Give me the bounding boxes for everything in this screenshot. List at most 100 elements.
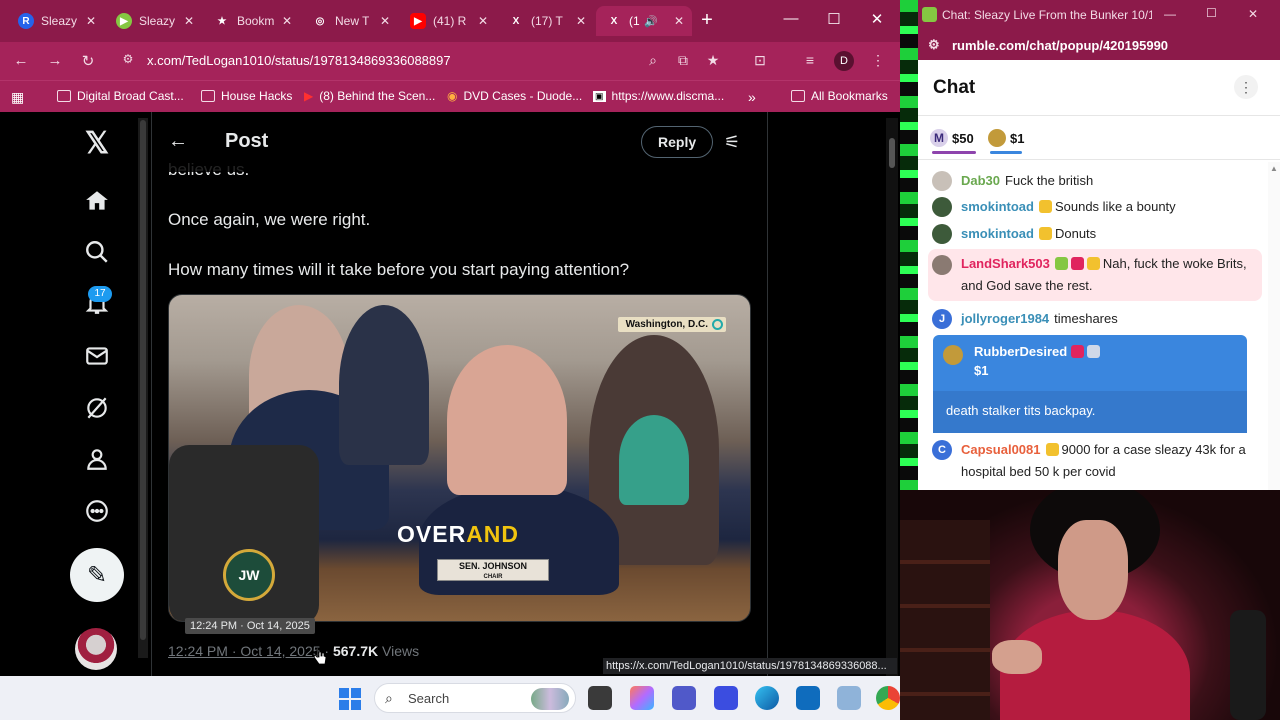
chat-username[interactable]: Capsual0081 (961, 442, 1041, 457)
compose-post-icon[interactable]: ✎ (70, 548, 124, 602)
tab-7-active[interactable]: X (1 🔊 ✕ (596, 6, 692, 36)
bookmark-star-icon[interactable]: ★ (704, 52, 722, 69)
bookmark-discma[interactable]: ▣ https://www.discma... (593, 89, 724, 103)
reply-button[interactable]: Reply (641, 126, 714, 158)
chat-username[interactable]: smokintoad (961, 199, 1034, 214)
tip-username[interactable]: RubberDesired (974, 344, 1103, 359)
chat-options-kebab-icon[interactable]: ⋮ (1234, 75, 1258, 99)
user-avatar (932, 197, 952, 217)
new-tab-button[interactable]: + (697, 10, 717, 30)
taskbar-search[interactable]: ⌕ Search (374, 683, 576, 713)
forward-icon[interactable]: → (45, 52, 65, 69)
maximize-icon[interactable]: ☐ (824, 10, 844, 28)
jw-logo: JW (223, 549, 275, 601)
folder-icon (791, 90, 805, 102)
app-icon[interactable] (837, 686, 861, 710)
menu-kebab-icon[interactable]: ⋮ (869, 52, 887, 69)
profile-avatar[interactable]: D (834, 51, 854, 71)
close-icon[interactable]: ✕ (86, 14, 96, 28)
sidebar-scrollbar[interactable] (138, 118, 148, 658)
edge-icon[interactable] (755, 686, 779, 710)
close-icon[interactable]: ✕ (282, 14, 292, 28)
app-icon[interactable] (714, 686, 738, 710)
tab-5[interactable]: ▶ (41) R ✕ (400, 6, 496, 36)
chat-message-list: Dab30 Fuck the british smokintoad Sounds l… (918, 162, 1268, 490)
reload-icon[interactable]: ↻ (78, 52, 98, 70)
rant-pill-1[interactable]: $1 (988, 128, 1024, 154)
chat-text: Fuck the british (1005, 173, 1094, 188)
senator-head (447, 345, 567, 495)
bookmark-dvd-cases[interactable]: ◉ DVD Cases - Duode... (447, 89, 582, 103)
back-arrow-icon[interactable]: ← (168, 130, 188, 153)
copilot-icon[interactable] (630, 686, 654, 710)
chat-message: smokintoad Donuts (932, 223, 1262, 245)
search-placeholder: Search (408, 691, 450, 706)
store-icon[interactable] (796, 686, 820, 710)
apps-grid-icon[interactable]: ▦ (11, 89, 24, 106)
caption-white: OVER (397, 521, 467, 547)
speaker-icon[interactable]: 🔊 (644, 15, 658, 28)
chat-username[interactable]: LandShark503 (961, 256, 1050, 271)
video-player[interactable]: Washington, D.C. OVERAND SEN. JOHNSON CHA… (168, 294, 751, 622)
chat-username[interactable]: jollyroger1984 (961, 311, 1049, 326)
install-icon[interactable]: ⧉ (674, 52, 692, 69)
minimize-icon[interactable]: — (1164, 7, 1176, 21)
x-post-column: believe us. Once again, we were right. H… (151, 112, 768, 676)
extensions-icon[interactable]: ⊡ (751, 52, 769, 69)
all-bookmarks[interactable]: All Bookmarks (791, 89, 888, 103)
more-icon[interactable] (80, 494, 114, 528)
chat-username[interactable]: Dab30 (961, 173, 1000, 188)
supporter-badge-icon (1038, 227, 1052, 240)
close-icon[interactable]: ✕ (478, 14, 488, 28)
site-info-icon[interactable]: ⚙ (118, 52, 138, 66)
media-controls-icon[interactable]: ≡ (801, 52, 819, 68)
chat-scrollbar[interactable]: ▲ (1268, 162, 1280, 490)
grok-icon[interactable] (80, 391, 114, 425)
close-icon[interactable]: ✕ (674, 14, 684, 28)
search-icon[interactable] (80, 235, 114, 269)
minimize-icon[interactable]: — (781, 10, 801, 27)
chrome-icon[interactable] (876, 686, 900, 710)
settings-sliders-icon[interactable]: ⚟ (724, 132, 740, 153)
home-icon[interactable] (80, 184, 114, 218)
site-info-icon[interactable]: ⚙ (928, 37, 940, 53)
close-icon[interactable]: ✕ (576, 14, 586, 28)
tab-3[interactable]: ★ Bookm ✕ (204, 6, 300, 36)
tab-1[interactable]: R Sleazy ✕ (8, 6, 104, 36)
bookmark-behind-the-scenes[interactable]: ▶ (8) Behind the Scen... (304, 89, 435, 103)
task-view-icon[interactable] (588, 686, 612, 710)
close-window-icon[interactable]: ✕ (867, 10, 887, 28)
chat-username[interactable]: smokintoad (961, 226, 1034, 241)
more-bookmarks-icon[interactable]: » (748, 89, 756, 105)
page-scrollbar[interactable] (886, 118, 898, 676)
tab-label: Sleazy (41, 14, 78, 28)
chat-address-bar: ⚙ rumble.com/chat/popup/420195990 (918, 30, 1280, 60)
bookmark-digital-broadcast[interactable]: Digital Broad Cast... (57, 89, 184, 103)
windows-start-icon[interactable] (339, 688, 361, 710)
url-field[interactable]: x.com/TedLogan1010/status/19781348693360… (147, 53, 451, 68)
supporter-badge-icon (1045, 443, 1059, 456)
tab-2[interactable]: ▶ Sleazy ✕ (106, 6, 202, 36)
tab-4[interactable]: ◎ New T ✕ (302, 6, 398, 36)
messages-icon[interactable] (80, 339, 114, 373)
x-home-logo-icon[interactable]: 𝕏 (80, 126, 114, 160)
account-avatar[interactable] (75, 628, 117, 670)
rant-pill-50[interactable]: M $50 (930, 128, 976, 154)
youtube-icon: ▶ (410, 13, 426, 29)
close-window-icon[interactable]: ✕ (1248, 7, 1258, 21)
maximize-icon[interactable]: ☐ (1206, 6, 1217, 20)
supporter-badge-icon (1086, 257, 1100, 270)
user-avatar: C (932, 440, 952, 460)
close-icon[interactable]: ✕ (380, 14, 390, 28)
teams-icon[interactable] (672, 686, 696, 710)
bookmark-house-hacks[interactable]: House Hacks (201, 89, 292, 103)
back-icon[interactable]: ← (11, 52, 31, 69)
post-timestamp-link[interactable]: 12:24 PM · Oct 14, 2025 (168, 643, 321, 659)
zoom-icon[interactable]: ⌕ (644, 52, 662, 69)
close-icon[interactable]: ✕ (184, 14, 194, 28)
tip-username-text: RubberDesired (974, 344, 1068, 359)
user-avatar (932, 224, 952, 244)
tab-6[interactable]: X (17) T ✕ (498, 6, 594, 36)
profile-icon[interactable] (80, 442, 114, 476)
scroll-up-icon[interactable]: ▲ (1270, 164, 1278, 173)
